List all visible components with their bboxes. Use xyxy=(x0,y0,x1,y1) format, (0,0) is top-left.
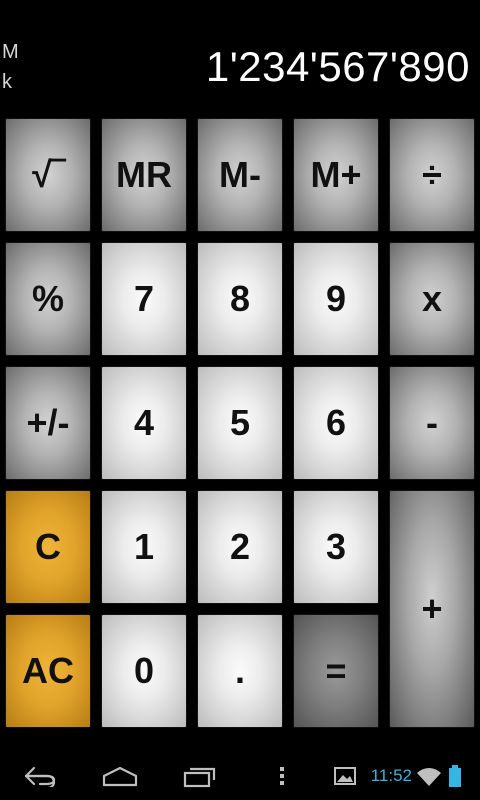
divide-button[interactable]: ÷ xyxy=(389,118,475,232)
equals-button[interactable]: = xyxy=(293,614,379,728)
digit-3-button[interactable]: 3 xyxy=(293,490,379,604)
digit-1-label: 1 xyxy=(133,526,155,567)
plus-button[interactable]: + xyxy=(389,490,475,728)
back-button[interactable] xyxy=(10,760,70,792)
digit-5-button[interactable]: 5 xyxy=(197,366,283,480)
digit-6-button[interactable]: 6 xyxy=(293,366,379,480)
status-area: 11:52 xyxy=(333,760,480,792)
sign-label: +/- xyxy=(26,402,70,443)
home-button[interactable] xyxy=(90,760,150,792)
memory-minus-button[interactable]: M- xyxy=(197,118,283,232)
all-clear-button[interactable]: AC xyxy=(5,614,91,728)
digit-9-button[interactable]: 9 xyxy=(293,242,379,356)
digit-8-label: 8 xyxy=(229,278,251,319)
digit-6-label: 6 xyxy=(325,402,347,443)
digit-7-label: 7 xyxy=(133,278,155,319)
memory-plus-button[interactable]: M+ xyxy=(293,118,379,232)
system-navigation-bar: 11:52 xyxy=(0,752,480,800)
sqrt-button[interactable]: √‾ xyxy=(5,118,91,232)
digit-2-label: 2 xyxy=(229,526,251,567)
clock: 11:52 xyxy=(370,766,412,785)
clear-label: C xyxy=(35,526,61,567)
digit-5-label: 5 xyxy=(229,402,251,443)
digit-2-button[interactable]: 2 xyxy=(197,490,283,604)
calculator-screen: M k 1'234'567'890 √‾ MR M- M+ ÷ % 7 8 9 … xyxy=(0,0,480,800)
divide-label: ÷ xyxy=(422,154,442,195)
digit-8-button[interactable]: 8 xyxy=(197,242,283,356)
digit-0-label: 0 xyxy=(133,650,155,691)
minus-label: - xyxy=(426,402,438,443)
menu-button[interactable] xyxy=(252,760,312,792)
menu-icon xyxy=(280,767,284,785)
percent-label: % xyxy=(31,278,64,319)
minus-button[interactable]: - xyxy=(389,366,475,480)
digit-3-label: 3 xyxy=(325,526,347,567)
digit-0-button[interactable]: 0 xyxy=(101,614,187,728)
gallery-icon xyxy=(333,767,356,785)
mr-label: MR xyxy=(116,154,172,195)
sign-toggle-button[interactable]: +/- xyxy=(5,366,91,480)
recent-apps-icon xyxy=(183,767,216,788)
memory-recall-button[interactable]: MR xyxy=(101,118,187,232)
plus-label: + xyxy=(421,588,443,629)
m-minus-label: M- xyxy=(219,154,261,195)
digit-7-button[interactable]: 7 xyxy=(101,242,187,356)
m-plus-label: M+ xyxy=(310,154,362,195)
digit-4-button[interactable]: 4 xyxy=(101,366,187,480)
back-icon xyxy=(24,766,56,787)
sqrt-label: √‾ xyxy=(32,154,64,195)
digit-1-button[interactable]: 1 xyxy=(101,490,187,604)
keypad: √‾ MR M- M+ ÷ % 7 8 9 x +/- 4 5 6 - C 1 … xyxy=(0,0,480,740)
digit-9-label: 9 xyxy=(325,278,347,319)
clear-button[interactable]: C xyxy=(5,490,91,604)
multiply-button[interactable]: x xyxy=(389,242,475,356)
decimal-point-button[interactable]: . xyxy=(197,614,283,728)
recent-apps-button[interactable] xyxy=(170,760,230,792)
battery-icon xyxy=(449,765,461,787)
percent-button[interactable]: % xyxy=(5,242,91,356)
wifi-icon xyxy=(417,768,441,786)
decimal-label: . xyxy=(234,650,245,691)
home-icon xyxy=(102,766,138,787)
multiply-label: x xyxy=(421,278,443,319)
all-clear-label: AC xyxy=(22,650,74,691)
equals-label: = xyxy=(325,650,347,691)
digit-4-label: 4 xyxy=(133,402,155,443)
